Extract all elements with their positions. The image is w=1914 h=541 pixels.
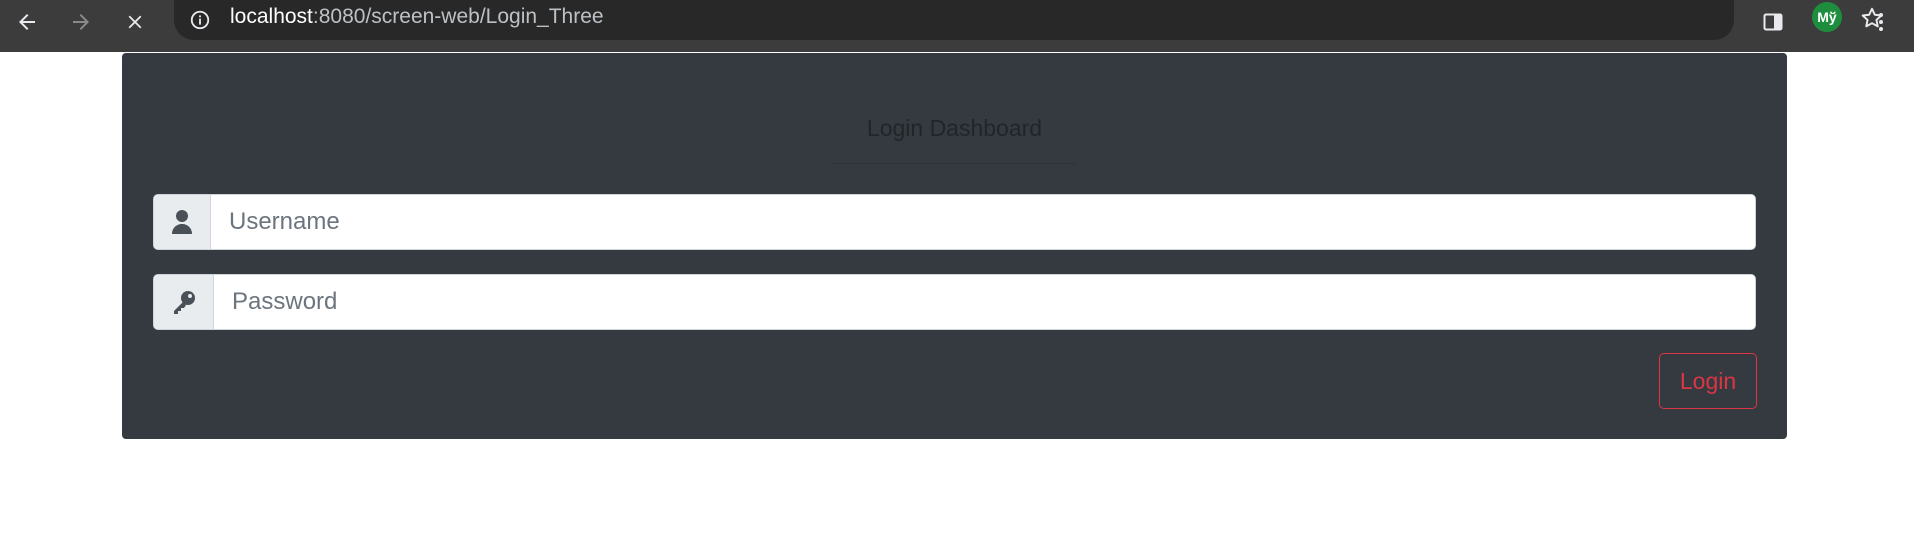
forward-button[interactable] <box>61 2 101 42</box>
side-panel-button[interactable] <box>1753 2 1793 42</box>
arrow-left-icon <box>19 14 35 30</box>
key-icon <box>173 291 195 314</box>
back-button[interactable] <box>7 2 47 42</box>
username-group <box>153 194 1756 250</box>
arrow-right-icon <box>73 14 89 30</box>
title-divider <box>832 163 1077 164</box>
profile-avatar[interactable]: Mў <box>1812 2 1842 32</box>
password-group <box>153 274 1756 330</box>
login-card: Login Dashboard Login <box>122 53 1787 439</box>
browser-toolbar: localhost:8080/screen-web/Login_Three Mў <box>0 0 1914 52</box>
kebab-menu-icon <box>1879 13 1883 31</box>
stop-loading-button[interactable] <box>115 2 155 42</box>
username-input[interactable] <box>211 195 1755 249</box>
password-input[interactable] <box>214 275 1755 329</box>
address-bar[interactable]: localhost:8080/screen-web/Login_Three <box>174 0 1883 40</box>
password-addon <box>154 275 214 329</box>
side-panel-icon <box>1763 13 1783 31</box>
login-title: Login Dashboard <box>866 115 1043 141</box>
browser-menu-button[interactable] <box>1861 2 1901 42</box>
info-icon[interactable] <box>188 8 212 32</box>
url-text: localhost:8080/screen-web/Login_Three <box>230 0 604 40</box>
url-host: localhost <box>230 5 313 28</box>
close-icon <box>128 15 142 29</box>
url-path: :8080/screen-web/Login_Three <box>312 5 604 28</box>
username-addon <box>154 195 211 249</box>
user-icon <box>172 210 192 234</box>
login-button[interactable]: Login <box>1659 353 1757 409</box>
